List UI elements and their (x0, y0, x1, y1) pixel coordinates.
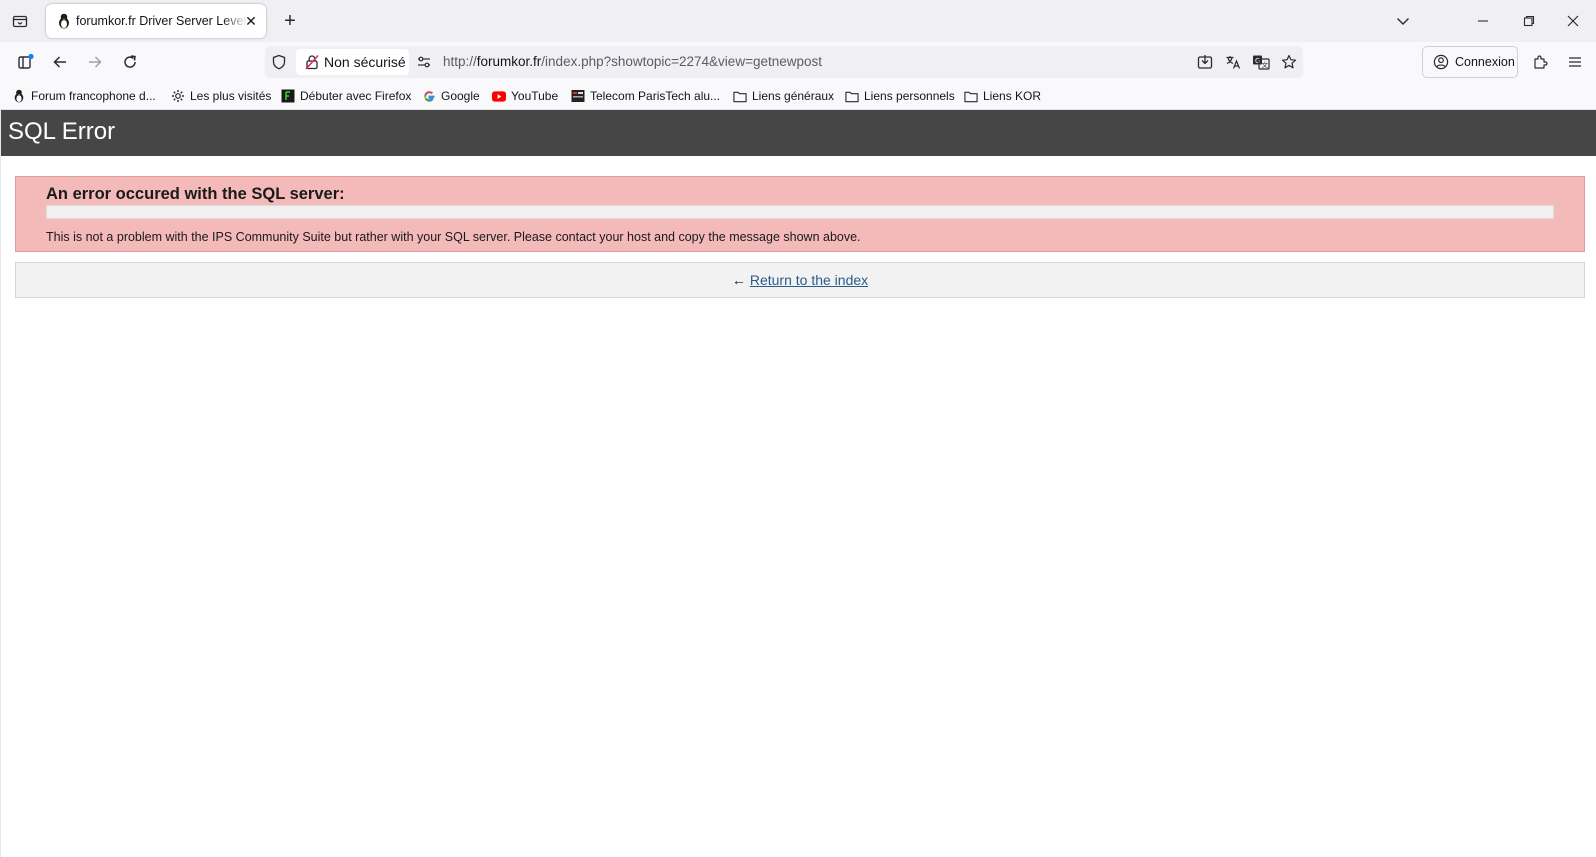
reload-icon[interactable] (116, 48, 144, 76)
folder-icon (964, 89, 978, 103)
tab-title: forumkor.fr Driver Server Level (76, 14, 247, 28)
youtube-icon (492, 89, 506, 103)
bookmark-item[interactable]: Google (422, 88, 480, 104)
bookmark-label: Liens personnels (864, 89, 955, 103)
bookmark-item[interactable]: Les plus visités (171, 88, 271, 104)
bookmark-folder[interactable]: Liens KOR (964, 88, 1041, 104)
tab-list-icon[interactable] (6, 7, 34, 35)
error-box: An error occured with the SQL server: Th… (15, 176, 1585, 252)
page-translate-extension-icon[interactable]: G文 (1251, 52, 1271, 72)
bookmark-folder[interactable]: Liens personnels (845, 88, 955, 104)
bookmark-label: Les plus visités (190, 89, 272, 103)
penguin-icon (57, 13, 71, 29)
url-scheme: http:// (443, 54, 477, 69)
permissions-icon[interactable] (416, 54, 432, 70)
left-arrow-icon: ← (731, 272, 746, 288)
close-window-icon[interactable] (1550, 0, 1596, 42)
telecom-icon (571, 89, 585, 103)
page-content: SQL Error An error occured with the SQL … (0, 110, 1596, 857)
insecure-lock-icon (305, 54, 319, 70)
svg-text:G: G (1255, 57, 1260, 65)
folder-icon (733, 89, 747, 103)
svg-text:文: 文 (1262, 60, 1269, 69)
page-header: SQL Error (1, 110, 1596, 156)
bookmark-star-icon[interactable] (1279, 52, 1299, 72)
new-tab-icon[interactable]: + (276, 7, 304, 35)
bookmark-label: Forum francophone d... (31, 89, 156, 103)
bookmarks-toolbar: Forum francophone d... Les plus visités … (0, 82, 1596, 110)
google-icon (422, 89, 436, 103)
minimize-icon[interactable] (1460, 0, 1506, 42)
address-bar[interactable]: Non sécurisé http://forumkor.fr/index.ph… (265, 46, 1303, 78)
folder-icon (845, 89, 859, 103)
close-tab-icon[interactable]: ✕ (242, 12, 260, 30)
bookmark-label: Google (441, 89, 480, 103)
account-login-label: Connexion (1455, 55, 1515, 69)
bookmark-folder[interactable]: Liens généraux (733, 88, 834, 104)
bookmark-label: Liens KOR (983, 89, 1042, 103)
navigation-toolbar: Non sécurisé http://forumkor.fr/index.ph… (0, 42, 1596, 82)
url-path: /index.php?showtopic=2274&view=getnewpos… (541, 54, 822, 69)
page-title: SQL Error (8, 118, 116, 145)
bookmark-label: Liens généraux (752, 89, 835, 103)
connection-security-button[interactable]: Non sécurisé (296, 49, 409, 75)
bookmark-label: Débuter avec Firefox (300, 89, 412, 103)
translate-icon[interactable] (1223, 52, 1243, 72)
tab-strip: forumkor.fr Driver Server Level ✕ + (0, 0, 1596, 42)
sidebar-icon[interactable] (12, 48, 40, 76)
hamburger-menu-icon[interactable] (1561, 48, 1589, 76)
back-arrow-icon[interactable] (46, 48, 74, 76)
error-note: This is not a problem with the IPS Commu… (46, 230, 861, 244)
return-box: ← Return to the index (15, 262, 1585, 298)
url-host: forumkor.fr (476, 54, 542, 69)
gear-icon (171, 89, 185, 103)
error-message-field (46, 205, 1554, 219)
bookmark-item[interactable]: Forum francophone d... (12, 88, 156, 104)
bookmark-item[interactable]: YouTube (492, 88, 558, 104)
account-login-button[interactable]: Connexion (1422, 46, 1518, 78)
firefox-icon (281, 89, 295, 103)
return-to-index-link[interactable]: Return to the index (750, 272, 868, 288)
bookmark-label: Telecom ParisTech alu... (590, 89, 721, 103)
penguin-icon (12, 89, 26, 103)
account-avatar-icon (1433, 54, 1449, 70)
error-title: An error occured with the SQL server: (46, 185, 345, 203)
restore-icon[interactable] (1506, 0, 1552, 42)
list-all-tabs-icon[interactable] (1380, 0, 1426, 42)
extensions-puzzle-icon[interactable] (1526, 48, 1554, 76)
tracking-protection-shield-icon[interactable] (271, 54, 287, 70)
url-text[interactable]: http://forumkor.fr/index.php?showtopic=2… (443, 54, 822, 69)
active-tab[interactable]: forumkor.fr Driver Server Level ✕ (46, 4, 266, 38)
forward-arrow-icon[interactable] (81, 48, 109, 76)
save-to-pocket-icon[interactable] (1195, 52, 1215, 72)
security-label: Non sécurisé (324, 54, 406, 70)
bookmark-item[interactable]: Débuter avec Firefox (281, 88, 411, 104)
bookmark-item[interactable]: Telecom ParisTech alu... (571, 88, 720, 104)
bookmark-label: YouTube (511, 89, 559, 103)
